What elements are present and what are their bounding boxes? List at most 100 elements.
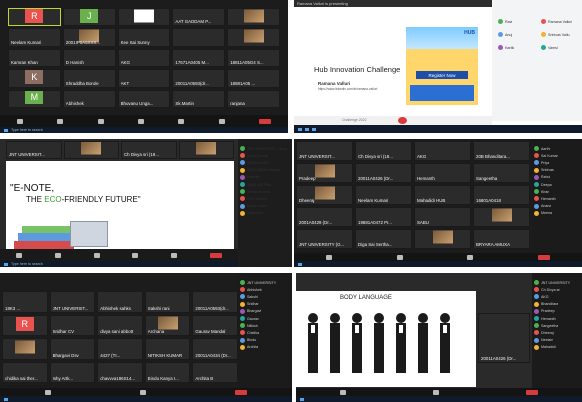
video-tile[interactable]: JNT UNIVERSIT... [6, 141, 62, 159]
video-tile[interactable]: JNT UNIVERSITY (G... [296, 229, 353, 249]
participant-list-item[interactable]: 18811A05 Pilla [238, 181, 292, 188]
chat-icon[interactable] [137, 118, 144, 124]
video-tile[interactable]: 20011A0426 (Dr... [478, 313, 530, 363]
participant-list-item[interactable]: Sravan Kumar [238, 188, 292, 195]
video-tile[interactable]: divya sani abbott [97, 314, 143, 336]
video-tile[interactable]: AKG [117, 48, 171, 68]
video-icon[interactable] [139, 389, 146, 395]
video-tile[interactable]: D Hanish [62, 48, 116, 68]
participant-list-item[interactable]: Hemanth [532, 315, 582, 322]
mute-icon[interactable] [326, 254, 333, 260]
participant-list-item[interactable]: Ravi [496, 18, 535, 25]
video-tile[interactable]: 20011A0434 (Dr... [192, 338, 238, 360]
start-icon[interactable] [300, 397, 304, 401]
participant-list-item[interactable]: Anand [532, 203, 582, 210]
video-tile[interactable]: 20011A0593(dr... [172, 69, 226, 88]
participant-list-item[interactable]: Ramana Valluri [539, 18, 578, 25]
end-meeting-button[interactable] [537, 254, 550, 260]
video-tile[interactable]: Bhargavi Dsv [49, 338, 96, 360]
chrome-icon[interactable] [305, 127, 309, 131]
participant-list-item[interactable]: Bhanditara [532, 301, 582, 308]
participant-list-item[interactable]: Srinivas [532, 167, 582, 174]
video-tile[interactable]: AAT GADDAM P... [172, 8, 226, 27]
start-icon[interactable] [298, 262, 302, 266]
end-meeting-button[interactable] [209, 252, 222, 258]
video-tile[interactable] [178, 141, 234, 159]
video-tile[interactable]: Mahati [2, 385, 48, 387]
participants-icon[interactable] [93, 252, 100, 258]
participant-list-item[interactable]: Srinivas Vallu [539, 31, 578, 38]
video-tile[interactable]: Bindu Kanya I... [144, 361, 191, 383]
participant-list-item[interactable]: Anuj [496, 31, 535, 38]
participant-list-item[interactable]: Ch Divya sri [532, 286, 582, 293]
video-tile[interactable]: 17671A0405 M... [172, 48, 226, 68]
video-tile[interactable]: 2001A0429 (Dr... [296, 207, 353, 227]
video-icon[interactable] [57, 118, 64, 124]
participant-list-item[interactable]: Rahul [532, 174, 582, 181]
participant-list-item[interactable]: Gaurav [238, 315, 292, 322]
participant-list-item[interactable]: 20011A0593 dhyana [238, 167, 292, 174]
zoom-icon[interactable] [312, 127, 316, 131]
participant-list-item[interactable]: Sangeetha [532, 322, 582, 329]
video-tile[interactable] [227, 28, 280, 47]
participant-list-item[interactable]: 18881A05 [238, 210, 292, 217]
video-tile[interactable]: Sakshi rani [144, 291, 191, 313]
participants-icon[interactable] [467, 254, 474, 260]
video-tile[interactable]: ranjana [227, 89, 280, 108]
video-tile[interactable]: NITIKSH KUMAR [144, 338, 191, 360]
video-tile[interactable]: 4427 (TI... [97, 338, 143, 360]
participant-list-item[interactable]: Dheeraj [532, 329, 582, 336]
participant-list-item[interactable]: Kalyan Ram [238, 203, 292, 210]
taskbar-search[interactable]: Type here to search [11, 128, 43, 132]
end-meeting-button[interactable] [258, 118, 271, 124]
video-tile[interactable]: Archita B [192, 361, 238, 383]
video-tile[interactable]: Neelam Kumari [355, 185, 412, 205]
video-tile[interactable]: Bhuvanu Unga... [117, 89, 171, 108]
participant-list-item[interactable]: JNT UNIVERSITY [238, 279, 292, 286]
video-tile[interactable]: Shraddha Borole [62, 69, 116, 88]
share-screen-icon[interactable] [170, 252, 177, 258]
taskbar-search[interactable]: Type here to search [11, 262, 43, 266]
video-tile[interactable]: chidika sai ther... [2, 361, 48, 383]
participant-list-item[interactable]: Nitiksh [238, 322, 292, 329]
participant-list-item[interactable]: Archita [238, 344, 292, 351]
participant-list-item[interactable]: Meena [532, 210, 582, 217]
start-icon[interactable] [4, 397, 8, 401]
participant-list-item[interactable]: JNT UNIVERSITY [532, 279, 582, 286]
video-tile[interactable]: M [8, 89, 61, 108]
chat-icon[interactable] [132, 252, 139, 258]
video-tile[interactable]: 18811A05G4 S... [227, 48, 280, 68]
participant-list-item[interactable]: Neelam [532, 337, 582, 344]
participant-list-item[interactable]: 200011A0432 [238, 159, 292, 166]
video-tile[interactable] [117, 8, 171, 27]
start-icon[interactable] [4, 262, 8, 266]
video-tile[interactable]: K [8, 69, 61, 88]
participant-list-item[interactable]: AKG [532, 293, 582, 300]
video-tile[interactable]: Ch Divya sri (18... [355, 141, 412, 161]
video-tile[interactable] [2, 338, 48, 360]
video-tile[interactable]: Abhishek [62, 89, 116, 108]
register-button[interactable]: Register Now [416, 71, 468, 79]
video-tile[interactable]: R [8, 8, 61, 27]
video-tile[interactable] [172, 28, 226, 47]
video-tile[interactable]: Kee Sai Sunny [117, 28, 171, 47]
participant-list-item[interactable]: Bhargavi [238, 308, 292, 315]
reactions-icon[interactable] [218, 118, 225, 124]
participant-list-item[interactable]: Abhishek [238, 286, 292, 293]
video-tile[interactable]: Ishy Artk... [49, 361, 96, 383]
participant-list-item[interactable]: Manoj Kumar [238, 152, 292, 159]
participant-list-item[interactable]: Sai Kumar [532, 152, 582, 159]
video-tile[interactable]: 16801A0418 [473, 185, 530, 205]
video-icon[interactable] [396, 254, 403, 260]
participant-list-item[interactable]: Sakshi [238, 293, 292, 300]
video-tile[interactable]: JNT UNIVERSIT... [49, 291, 96, 313]
video-tile[interactable] [414, 229, 471, 249]
mute-icon[interactable] [16, 252, 23, 258]
video-tile[interactable]: Abhishek sahks [97, 291, 143, 313]
participant-list-item[interactable]: Kartik [496, 44, 535, 51]
participant-list-item[interactable]: Mahadidi [532, 344, 582, 351]
video-tile[interactable]: Dheeraj [296, 185, 353, 205]
end-meeting-button[interactable] [235, 389, 248, 395]
start-icon[interactable] [298, 127, 302, 131]
participant-list-item[interactable]: Harshith [238, 174, 292, 181]
